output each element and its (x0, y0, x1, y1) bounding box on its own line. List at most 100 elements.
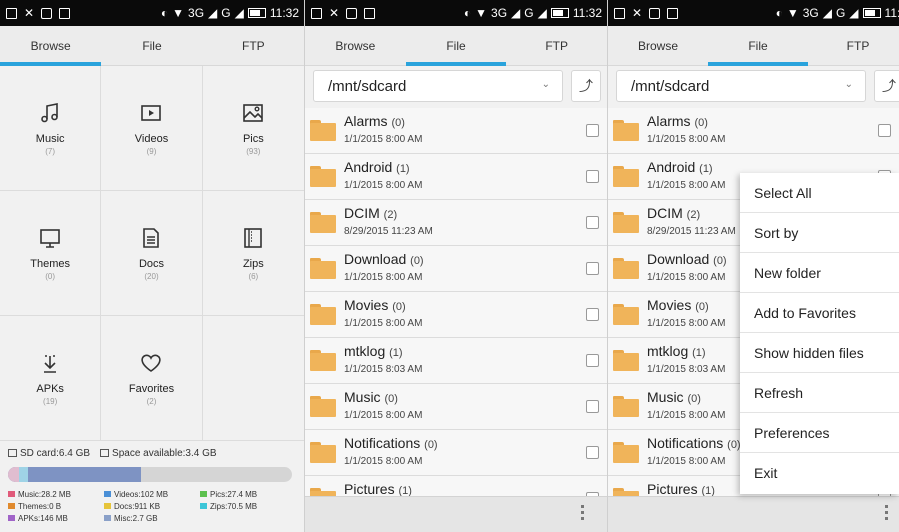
legend-label: Misc:2.7 GB (114, 514, 158, 523)
lock-icon (364, 7, 376, 19)
message-icon (41, 7, 53, 19)
folder-row[interactable]: Android (1) 1/1/2015 8:00 AM (305, 154, 607, 200)
legend-item: Themes:0 B (8, 502, 104, 511)
tab-ftp[interactable]: FTP (506, 26, 607, 65)
signal-icon: ◢ (822, 6, 832, 20)
folder-row[interactable]: mtklog (1) 1/1/2015 8:03 AM (305, 338, 607, 384)
category-videos[interactable]: Videos (9) (101, 66, 203, 191)
tab-file[interactable]: File (101, 26, 202, 65)
tab-ftp[interactable]: FTP (808, 26, 899, 65)
folder-row[interactable]: Alarms (0) 1/1/2015 8:00 AM (608, 108, 899, 154)
folder-name: Notifications (0) (647, 435, 741, 451)
usb-icon: ✕ (24, 6, 35, 20)
select-checkbox[interactable] (586, 354, 599, 367)
clock: 11:32 (269, 6, 299, 20)
menu-item-new-folder[interactable]: New folder (740, 253, 899, 293)
tab-ftp[interactable]: FTP (203, 26, 304, 65)
select-checkbox[interactable] (586, 124, 599, 137)
select-checkbox[interactable] (586, 308, 599, 321)
up-directory-button[interactable]: ⤴ (571, 70, 601, 102)
vibrate-icon: ◐ (463, 6, 472, 20)
folder-date: 1/1/2015 8:00 AM (647, 410, 726, 421)
select-checkbox[interactable] (586, 446, 599, 459)
category-docs[interactable]: Docs (20) (101, 191, 203, 316)
folder-row[interactable]: Alarms (0) 1/1/2015 8:00 AM (305, 108, 607, 154)
legend-item: Zips:70.5 MB (200, 502, 296, 511)
category-zips[interactable]: Zips (6) (202, 191, 304, 316)
folder-name: Download (0) (344, 251, 424, 267)
menu-item-refresh[interactable]: Refresh (740, 373, 899, 413)
select-checkbox[interactable] (586, 170, 599, 183)
tab-browse[interactable]: Browse (305, 26, 406, 65)
path-dropdown[interactable]: /mnt/sdcard ⌄ (313, 70, 563, 102)
folder-name: Movies (0) (344, 297, 406, 313)
overflow-menu-icon[interactable] (885, 505, 889, 520)
network-type: 3G (802, 6, 819, 20)
folder-icon (310, 396, 336, 418)
folder-row[interactable]: Movies (0) 1/1/2015 8:00 AM (305, 292, 607, 338)
tab-browse[interactable]: Browse (0, 26, 102, 66)
category-count: (6) (248, 271, 259, 281)
folder-date: 1/1/2015 8:03 AM (647, 364, 726, 375)
battery-icon (550, 8, 569, 18)
archive-icon (241, 226, 265, 256)
storage-summary: SD card:6.4 GB Space available:3.4 GB Mu… (0, 441, 304, 532)
select-checkbox[interactable] (586, 262, 599, 275)
folder-row[interactable]: Music (0) 1/1/2015 8:00 AM (305, 384, 607, 430)
select-checkbox[interactable] (586, 216, 599, 229)
storage-usage-fill (8, 467, 142, 482)
category-apks[interactable]: APKs (19) (0, 316, 102, 441)
select-checkbox[interactable] (878, 124, 891, 137)
category-pics[interactable]: Pics (93) (202, 66, 304, 191)
image-notification-icon (311, 7, 322, 19)
folder-name: Movies (0) (647, 297, 709, 313)
folder-item-count: (0) (410, 255, 424, 267)
network-type-2: G (835, 6, 846, 20)
music-note-icon (38, 101, 62, 131)
category-favorites[interactable]: Favorites (2) (101, 316, 203, 441)
category-label: Favorites (128, 382, 175, 395)
menu-item-show-hidden-files[interactable]: Show hidden files (740, 333, 899, 373)
network-type-2: G (524, 6, 534, 20)
battery-icon (247, 8, 266, 18)
menu-item-exit[interactable]: Exit (740, 453, 899, 493)
folder-date: 1/1/2015 8:00 AM (344, 318, 423, 329)
image-notification-icon (614, 7, 625, 19)
folder-item-count: (1) (692, 347, 706, 359)
category-themes[interactable]: Themes (0) (0, 191, 102, 316)
chevron-down-icon: ⌄ (541, 79, 550, 90)
sd-card-icon (8, 448, 17, 457)
category-label: Pics (242, 132, 264, 145)
menu-item-select-all[interactable]: Select All (740, 173, 899, 213)
folder-item-count: (0) (687, 393, 701, 405)
folder-row[interactable]: DCIM (2) 8/29/2015 11:23 AM (305, 200, 607, 246)
android-download-icon (38, 351, 62, 381)
chevron-down-icon: ⌄ (844, 79, 853, 90)
menu-item-preferences[interactable]: Preferences (740, 413, 899, 453)
tab-file[interactable]: File (405, 26, 507, 66)
select-checkbox[interactable] (586, 400, 599, 413)
folder-row[interactable]: Download (0) 1/1/2015 8:00 AM (305, 246, 607, 292)
overflow-menu-icon[interactable] (581, 505, 585, 520)
legend-swatch (104, 491, 111, 497)
menu-item-sort-by[interactable]: Sort by (740, 213, 899, 253)
folder-item-count: (0) (424, 439, 438, 451)
folder-icon (613, 442, 639, 464)
legend-label: Zips:70.5 MB (210, 502, 258, 511)
path-dropdown[interactable]: /mnt/sdcard ⌄ (616, 70, 866, 102)
category-music[interactable]: Music (7) (0, 66, 102, 191)
arrow-up-icon: ⤴ (579, 78, 593, 94)
wifi-icon: ▼ (786, 6, 799, 20)
tab-file[interactable]: File (708, 26, 808, 66)
category-count: (19) (43, 396, 58, 406)
up-directory-button[interactable]: ⤴ (874, 70, 899, 102)
folder-icon (613, 304, 639, 326)
heart-icon (139, 351, 163, 381)
signal-icon-2: ◢ (849, 6, 859, 20)
folder-date: 1/1/2015 8:00 AM (344, 456, 423, 467)
folder-date: 1/1/2015 8:00 AM (647, 134, 726, 145)
folder-row[interactable]: Notifications (0) 1/1/2015 8:00 AM (305, 430, 607, 476)
folder-item-count: (0) (695, 301, 709, 313)
tab-browse[interactable]: Browse (608, 26, 708, 65)
menu-item-add-to-favorites[interactable]: Add to Favorites (740, 293, 899, 333)
